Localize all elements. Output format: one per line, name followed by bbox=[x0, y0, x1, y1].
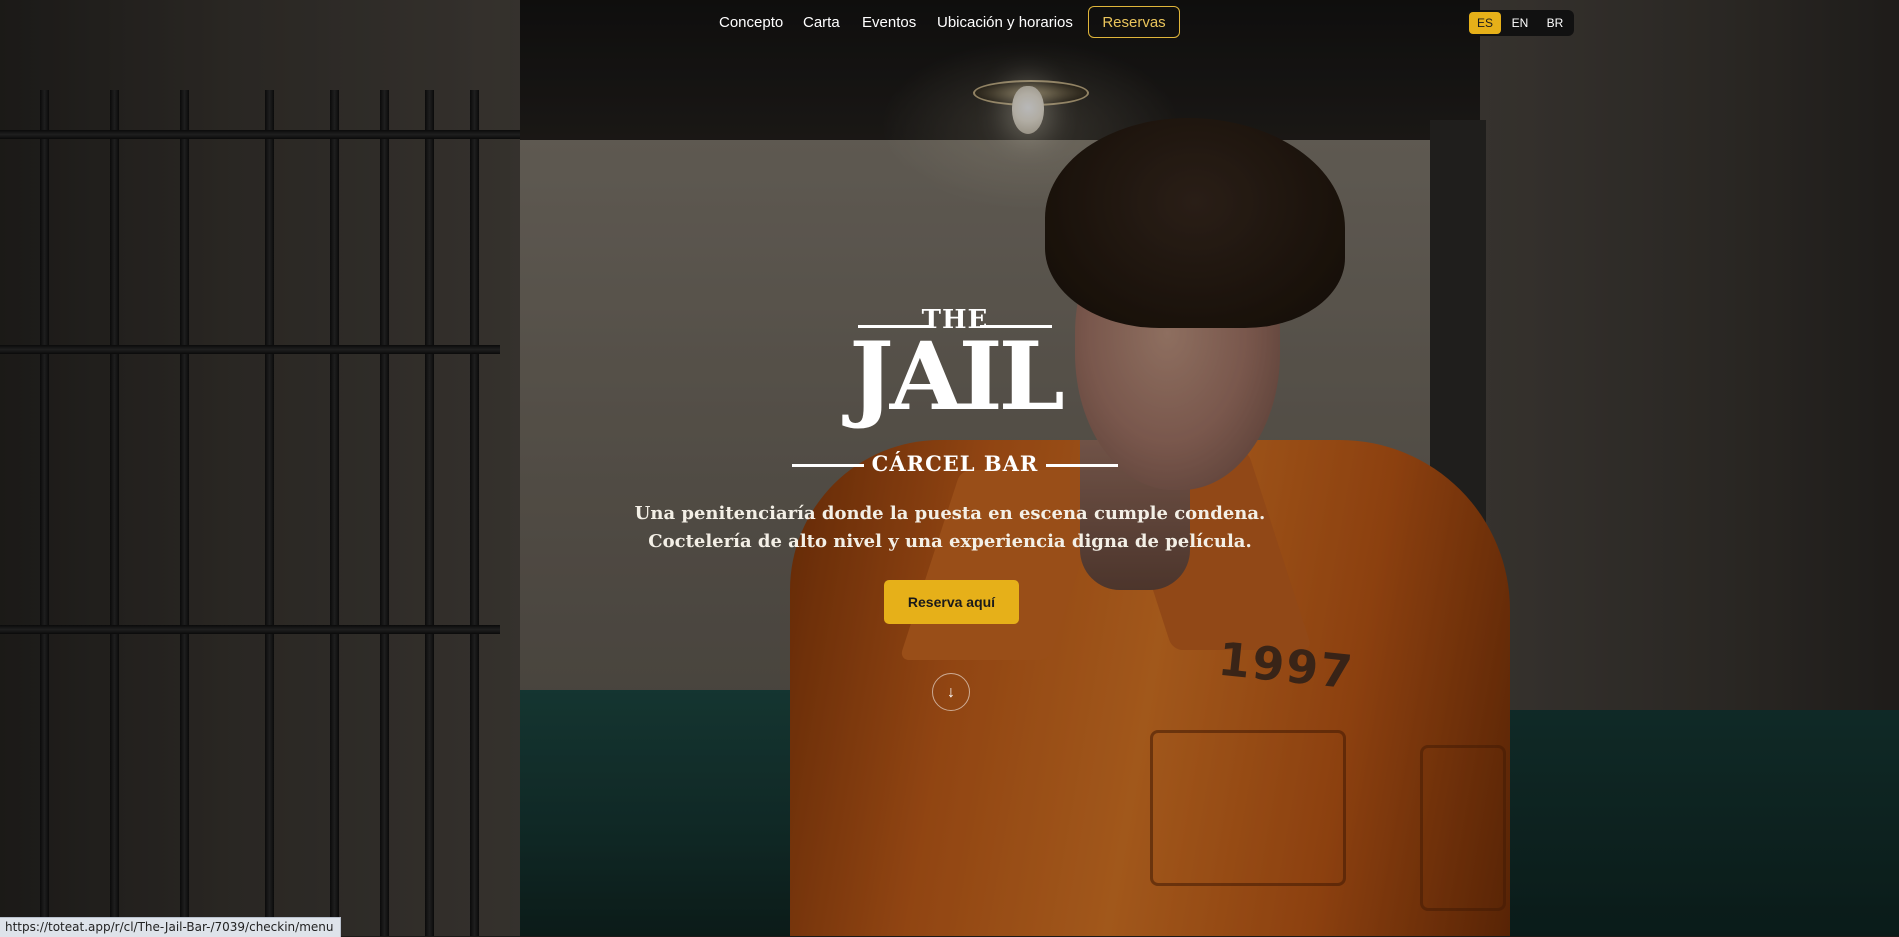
logo-subtitle: CÁRCEL BAR bbox=[871, 451, 1039, 476]
the-jail-logo: THE JAIL CÁRCEL BAR bbox=[790, 305, 1120, 476]
nav-link-carta[interactable]: Carta bbox=[803, 14, 840, 31]
logo-jail: JAIL bbox=[849, 322, 1064, 432]
reserva-aqui-button[interactable]: Reserva aquí bbox=[884, 580, 1019, 624]
nav-link-eventos[interactable]: Eventos bbox=[862, 14, 916, 31]
tagline-line: Una penitenciaría donde la puesta en esc… bbox=[634, 503, 1266, 524]
top-nav: Concepto Carta Eventos Ubicación y horar… bbox=[0, 0, 1899, 46]
lang-button-es[interactable]: ES bbox=[1469, 12, 1501, 34]
tagline-line: Coctelería de alto nivel y una experienc… bbox=[648, 531, 1252, 552]
hero-tagline: Una penitenciaría donde la puesta en esc… bbox=[560, 500, 1340, 556]
nav-link-concepto[interactable]: Concepto bbox=[719, 14, 783, 31]
status-bar-url: https://toteat.app/r/cl/The-Jail-Bar-/70… bbox=[0, 917, 341, 937]
reservas-button[interactable]: Reservas bbox=[1088, 6, 1180, 38]
language-switcher: ES EN BR bbox=[1466, 10, 1574, 36]
lang-button-en[interactable]: EN bbox=[1504, 12, 1536, 34]
arrow-down-icon[interactable]: ↓ bbox=[932, 673, 970, 711]
lang-button-br[interactable]: BR bbox=[1539, 12, 1571, 34]
nav-link-ubicacion[interactable]: Ubicación y horarios bbox=[937, 14, 1073, 31]
